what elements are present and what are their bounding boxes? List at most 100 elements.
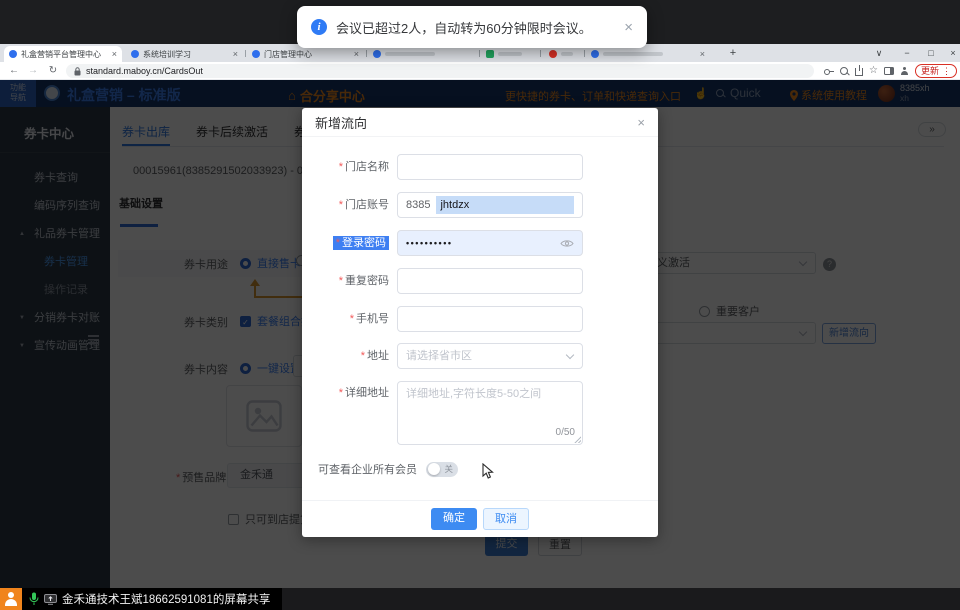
side-panel-icon[interactable]: [884, 67, 894, 75]
password-dots: ••••••••••: [398, 238, 560, 248]
back-icon[interactable]: ←: [6, 62, 22, 80]
browser-tab-4[interactable]: [368, 46, 477, 62]
window-close-button[interactable]: ×: [942, 44, 960, 62]
account-prefix: 8385: [398, 199, 430, 211]
browser-tab-5[interactable]: [481, 46, 538, 62]
view-members-toggle-row: 可查看企业所有会员 关: [318, 461, 458, 477]
tab-favicon: [9, 50, 17, 58]
tab-favicon: [373, 50, 381, 58]
browser-tab-1[interactable]: 礼盒营销平台管理中心 ×: [4, 46, 122, 62]
mouse-cursor: [482, 463, 494, 480]
meeting-toast: i 会议已超过2人，自动转为60分钟限时会议。 ×: [297, 6, 647, 48]
tab-title-placeholder: [561, 52, 573, 56]
tab-separator: [584, 50, 585, 57]
tab-search-icon[interactable]: ∨: [868, 44, 890, 62]
confirm-button[interactable]: 确定: [431, 508, 477, 530]
bookmark-star-icon[interactable]: ☆: [869, 62, 878, 80]
tab-title: 礼盒营销平台管理中心: [21, 49, 101, 60]
password-label: *登录密码: [302, 230, 397, 256]
phone-input[interactable]: [397, 306, 583, 332]
tab-favicon: [131, 50, 139, 58]
zoom-icon[interactable]: [840, 67, 849, 76]
add-flow-modal: 新增流向 × *门店名称 *门店账号 8385 jhtdzx: [302, 108, 658, 537]
info-icon: i: [311, 19, 327, 35]
switch-knob: [428, 463, 440, 475]
store-name-row: *门店名称: [302, 154, 658, 180]
browser-tab-3[interactable]: 门店管理中心 ×: [247, 46, 364, 62]
tab-separator: [366, 50, 367, 57]
account-selected-text: jhtdzx: [436, 196, 574, 214]
lock-icon: [74, 67, 81, 76]
browser-tab-2[interactable]: 系统培训学习 ×: [126, 46, 243, 62]
browser-tab-6[interactable]: [544, 46, 582, 62]
repeat-password-row: *重复密码: [302, 268, 658, 294]
phone-label: *手机号: [302, 306, 397, 332]
switch-state-text: 关: [444, 463, 453, 475]
tab-close-icon[interactable]: ×: [700, 46, 705, 62]
account-label: *门店账号: [302, 192, 397, 218]
selected-label-highlight: *登录密码: [333, 236, 389, 250]
password-row: *登录密码 ••••••••••: [302, 230, 658, 256]
window-minimize-button[interactable]: −: [896, 44, 918, 62]
share-icon[interactable]: [855, 68, 863, 76]
modal-header: 新增流向 ×: [302, 108, 658, 137]
modal-close-icon[interactable]: ×: [637, 115, 645, 130]
reload-icon[interactable]: ↻: [45, 62, 61, 80]
address-bar-actions: ☆ 更新 ⋮: [824, 62, 957, 80]
modal-footer: 确定 取消: [302, 500, 658, 537]
detail-address-placeholder: 详细地址,字符长度5-50之间: [406, 388, 541, 400]
forward-icon[interactable]: →: [25, 62, 41, 80]
browser-tab-7[interactable]: ×: [586, 46, 710, 62]
tab-close-icon[interactable]: ×: [354, 46, 359, 62]
char-counter: 0/50: [556, 426, 575, 440]
repeat-password-label: *重复密码: [302, 268, 397, 294]
tab-favicon: [591, 50, 599, 58]
store-name-input[interactable]: [397, 154, 583, 180]
detail-address-row: *详细地址 详细地址,字符长度5-50之间 0/50: [302, 381, 658, 445]
tab-title: 系统培训学习: [143, 49, 191, 60]
sharer-avatar-icon: [0, 588, 22, 610]
browser-address-bar: ← → ↻ standard.maboy.cn/CardsOut ☆ 更新 ⋮: [0, 62, 960, 80]
profile-icon[interactable]: [900, 67, 909, 76]
detail-address-label: *详细地址: [302, 381, 397, 445]
page-viewport: 功能导航 礼盒营销 – 标准版 ⌂ 合分享中心 更快捷的券卡、订单和快递查询入口…: [0, 80, 960, 588]
address-row: *地址 请选择省市区: [302, 343, 658, 369]
view-members-switch[interactable]: 关: [426, 462, 458, 477]
microphone-icon: [29, 592, 39, 606]
chrome-update-button[interactable]: 更新 ⋮: [915, 64, 957, 78]
share-status-text: 金禾通技术王斌18662591081的屏幕共享: [62, 591, 270, 607]
phone-row: *手机号: [302, 306, 658, 332]
toggle-label: 可查看企业所有会员: [318, 461, 417, 477]
browser-window: 礼盒营销平台管理中心 × 系统培训学习 × 门店管理中心 ×: [0, 44, 960, 588]
tab-title-placeholder: [498, 52, 522, 56]
tab-favicon: [549, 50, 557, 58]
tab-title-placeholder: [603, 52, 663, 56]
tab-separator: [540, 50, 541, 57]
tab-title: 门店管理中心: [264, 49, 312, 60]
address-label: *地址: [302, 343, 397, 369]
tab-favicon: [486, 50, 494, 58]
new-tab-button[interactable]: +: [726, 46, 740, 60]
tab-separator: [479, 50, 480, 57]
account-input[interactable]: 8385 jhtdzx: [397, 192, 583, 218]
kebab-menu-icon[interactable]: ⋮: [942, 65, 951, 77]
password-key-icon[interactable]: [824, 69, 834, 74]
eye-icon[interactable]: [560, 239, 574, 248]
repeat-password-input[interactable]: [397, 268, 583, 294]
share-status-pill: 金禾通技术王斌18662591081的屏幕共享: [22, 588, 282, 610]
screen-share-icon: [44, 594, 57, 605]
modal-title: 新增流向: [315, 113, 367, 132]
window-maximize-button[interactable]: □: [920, 44, 942, 62]
toast-text: 会议已超过2人，自动转为60分钟限时会议。: [336, 18, 592, 37]
tab-title-placeholder: [385, 52, 435, 56]
tab-close-icon[interactable]: ×: [112, 46, 117, 62]
detail-address-textarea[interactable]: 详细地址,字符长度5-50之间 0/50: [397, 381, 583, 445]
address-placeholder: 请选择省市区: [398, 344, 472, 368]
url-bar[interactable]: standard.maboy.cn/CardsOut: [66, 64, 814, 78]
cancel-button[interactable]: 取消: [483, 508, 529, 530]
address-select[interactable]: 请选择省市区: [397, 343, 583, 369]
tab-close-icon[interactable]: ×: [233, 46, 238, 62]
password-input[interactable]: ••••••••••: [397, 230, 583, 256]
chevron-down-icon: [566, 351, 574, 359]
toast-close-icon[interactable]: ×: [624, 19, 633, 36]
